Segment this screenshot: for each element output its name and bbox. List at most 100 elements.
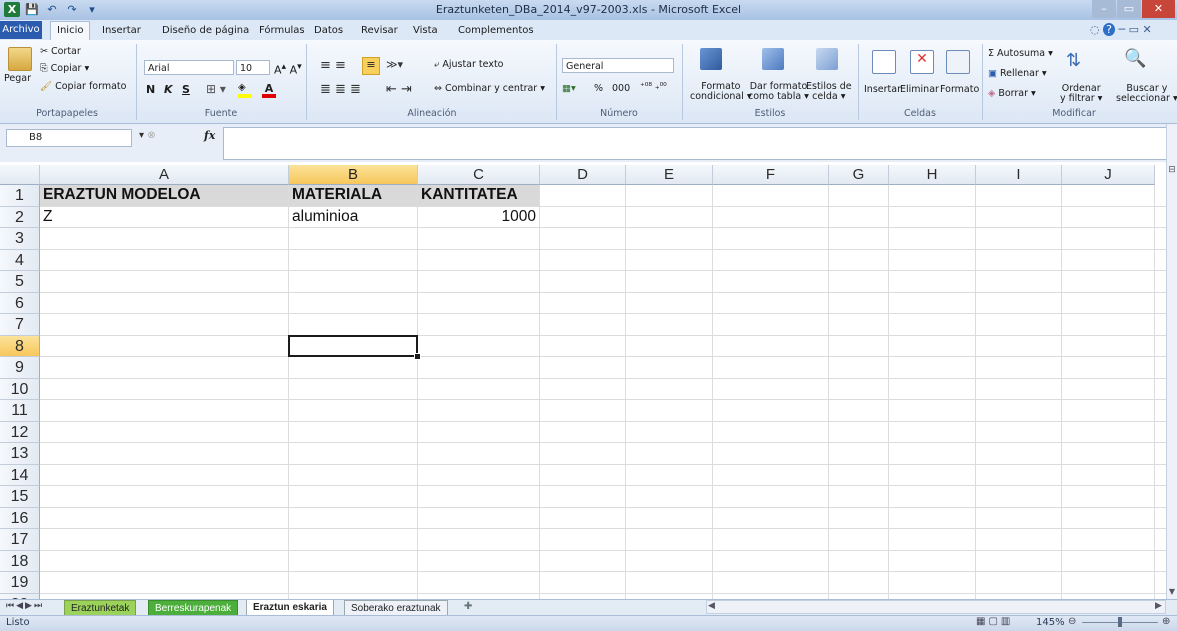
row-header-11[interactable]: 11	[0, 400, 40, 422]
number-format-combo[interactable]: General	[562, 58, 674, 73]
fill-handle[interactable]	[414, 353, 421, 360]
row-header-5[interactable]: 5	[0, 271, 40, 293]
row-header-14[interactable]: 14	[0, 464, 40, 486]
cell-styles-icon[interactable]	[816, 48, 838, 70]
zoom-out-icon[interactable]: ⊖	[1068, 616, 1076, 627]
tab-archivo[interactable]: Archivo	[0, 21, 42, 39]
formula-input[interactable]	[223, 127, 1167, 160]
font-size-combo[interactable]: 10	[236, 60, 270, 75]
row-header-10[interactable]: 10	[0, 378, 40, 400]
split-handle-icon[interactable]: ⊟	[1167, 165, 1177, 185]
delete-cells-button[interactable]: Eliminar	[900, 84, 939, 95]
view-buttons-icon[interactable]: ▦▢▥	[976, 616, 1013, 627]
grow-font-icon[interactable]: A▴ A▾	[274, 61, 302, 77]
column-header-h[interactable]: H	[889, 165, 976, 185]
scroll-left-icon[interactable]: ◀	[708, 601, 715, 611]
clear-button[interactable]: ◈ Borrar ▾	[988, 88, 1036, 99]
format-cells-button[interactable]: Formato	[940, 84, 979, 95]
row-header-17[interactable]: 17	[0, 529, 40, 551]
zoom-in-icon[interactable]: ⊕	[1162, 616, 1170, 627]
scroll-down-icon[interactable]: ▼	[1167, 587, 1177, 598]
tab-diseno-pagina[interactable]: Diseño de página	[156, 22, 255, 39]
row-header-2[interactable]: 2	[0, 206, 40, 228]
close-button[interactable]: ✕	[1142, 0, 1175, 18]
sort-filter-button[interactable]: Ordenar y filtrar ▾	[1060, 84, 1102, 104]
find-select-button[interactable]: Buscar y seleccionar ▾	[1116, 84, 1177, 104]
row-header-18[interactable]: 18	[0, 550, 40, 572]
conditional-format-button[interactable]: Formato condicional ▾	[690, 82, 752, 102]
vertical-scrollbar[interactable]	[1166, 124, 1177, 599]
restore-button[interactable]: ▭	[1117, 0, 1141, 18]
sheet-nav-arrows-icon[interactable]: ⏮◀▶⏭	[6, 601, 44, 611]
zoom-level[interactable]: 145%	[1036, 617, 1065, 628]
cell-b2[interactable]: aluminioa	[289, 207, 417, 228]
tab-revisar[interactable]: Revisar	[355, 22, 404, 39]
delete-cells-icon[interactable]: ✕	[910, 50, 934, 74]
insert-cells-button[interactable]: Insertar	[864, 84, 901, 95]
cut-button[interactable]: ✂ Cortar	[40, 46, 81, 57]
binoculars-icon[interactable]: 🔍	[1124, 48, 1146, 69]
column-header-j[interactable]: J	[1062, 165, 1155, 185]
row-header-12[interactable]: 12	[0, 421, 40, 443]
column-header-i[interactable]: I	[976, 165, 1062, 185]
tab-vista[interactable]: Vista	[407, 22, 444, 39]
align-bottom-icon[interactable]: ≡	[362, 57, 380, 75]
column-header-c[interactable]: C	[418, 165, 540, 185]
row-header-16[interactable]: 16	[0, 507, 40, 529]
underline-button[interactable]: S	[182, 83, 190, 96]
copy-button[interactable]: ⎘ Copiar ▾	[40, 63, 89, 74]
indent-icon[interactable]: ⇤ ⇥	[386, 82, 412, 97]
row-header-8[interactable]: 8	[0, 335, 40, 357]
cell-c1[interactable]: KANTITATEA	[418, 185, 539, 206]
row-header-6[interactable]: 6	[0, 292, 40, 314]
column-header-e[interactable]: E	[626, 165, 713, 185]
cell-a2[interactable]: Z	[40, 207, 288, 228]
row-header-4[interactable]: 4	[0, 249, 40, 271]
cell-c2[interactable]: 1000	[418, 207, 539, 228]
sheet-tab-eraztun-eskaria[interactable]: Eraztun eskaria	[246, 600, 334, 616]
align-top-icon[interactable]: ≡ ≡	[320, 58, 346, 73]
column-header-b[interactable]: B	[289, 165, 418, 185]
cell-a1[interactable]: ERAZTUN MODELOA	[40, 185, 288, 206]
name-box-dropdown-icon[interactable]: ▾ ⊗	[139, 130, 156, 141]
autosum-button[interactable]: Σ Autosuma ▾	[988, 48, 1053, 59]
scroll-right-icon[interactable]: ▶	[1155, 601, 1162, 611]
row-header-9[interactable]: 9	[0, 357, 40, 379]
tab-insertar[interactable]: Insertar	[96, 22, 147, 39]
cell-styles-button[interactable]: Estilos de celda ▾	[806, 82, 852, 102]
row-header-3[interactable]: 3	[0, 228, 40, 250]
sort-filter-icon[interactable]: ⇅	[1066, 50, 1081, 71]
tab-inicio[interactable]: Inicio	[50, 21, 91, 41]
column-header-f[interactable]: F	[713, 165, 829, 185]
worksheet-grid[interactable]	[0, 165, 1166, 599]
minimize-button[interactable]: –	[1092, 0, 1116, 18]
thousands-button[interactable]: 000	[612, 83, 630, 94]
row-header-15[interactable]: 15	[0, 486, 40, 508]
italic-button[interactable]: K	[164, 83, 173, 96]
currency-icon[interactable]: ▦▾	[562, 83, 576, 94]
decimals-icon[interactable]: ⁺⁰⁸ ₊⁰⁰	[640, 82, 667, 92]
cell-b1[interactable]: MATERIALA	[289, 185, 417, 206]
tab-formulas[interactable]: Fórmulas	[253, 22, 311, 39]
tab-complementos[interactable]: Complementos	[452, 22, 540, 39]
zoom-slider-thumb[interactable]	[1118, 617, 1122, 627]
borders-icon[interactable]: ⊞ ▾	[206, 82, 226, 96]
row-header-1[interactable]: 1	[0, 185, 40, 207]
select-all-corner[interactable]	[0, 165, 40, 185]
font-color-icon[interactable]: A	[262, 82, 276, 98]
column-header-g[interactable]: G	[829, 165, 889, 185]
help-icon[interactable]: ◌ ? ─ ▭ ✕	[1090, 23, 1152, 36]
row-header-7[interactable]: 7	[0, 314, 40, 336]
row-header-13[interactable]: 13	[0, 443, 40, 465]
column-header-a[interactable]: A	[40, 165, 289, 185]
tab-datos[interactable]: Datos	[308, 22, 349, 39]
fill-color-icon[interactable]: ◈	[238, 82, 252, 98]
wrap-text-button[interactable]: ⤶ Ajustar texto	[434, 59, 504, 70]
conditional-format-icon[interactable]	[700, 48, 722, 70]
insert-sheet-icon[interactable]: ✚	[464, 601, 472, 612]
merge-center-button[interactable]: ⇔ Combinar y centrar ▾	[434, 83, 545, 94]
insert-cells-icon[interactable]	[872, 50, 896, 74]
row-header-19[interactable]: 19	[0, 572, 40, 594]
bold-button[interactable]: N	[146, 83, 155, 96]
format-cells-icon[interactable]	[946, 50, 970, 74]
